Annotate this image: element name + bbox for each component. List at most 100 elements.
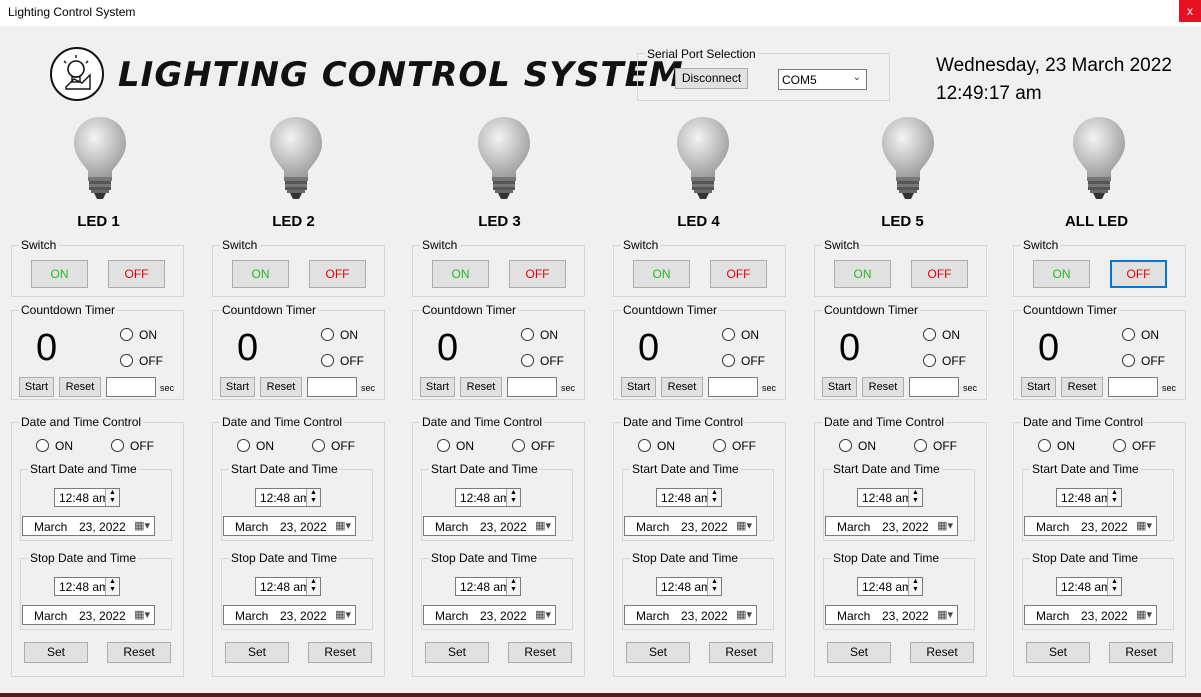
dt-reset-button[interactable]: Reset [107,642,171,663]
start-time-input[interactable]: 12:48 am ▲ ▼ [656,488,722,507]
start-time-input[interactable]: 12:48 am ▲ ▼ [1056,488,1122,507]
dt-on-radio[interactable]: ON [839,438,876,453]
calendar-icon[interactable]: ▦▾ [134,519,150,532]
switch-off-button[interactable]: OFF [1110,260,1167,288]
stop-date-picker[interactable]: March 23, 2022 ▦▾ [825,605,958,625]
timer-start-button[interactable]: Start [1021,377,1056,397]
dt-off-radio[interactable]: OFF [111,438,154,453]
timer-reset-button[interactable]: Reset [59,377,101,397]
switch-off-button[interactable]: OFF [509,260,566,288]
timer-reset-button[interactable]: Reset [862,377,904,397]
switch-on-button[interactable]: ON [31,260,88,288]
stop-time-input[interactable]: 12:48 am ▲ ▼ [656,577,722,596]
spinner-arrows-icon[interactable]: ▲ ▼ [707,578,721,595]
stop-time-input[interactable]: 12:48 am ▲ ▼ [255,577,321,596]
spinner-arrows-icon[interactable]: ▲ ▼ [707,489,721,506]
switch-off-button[interactable]: OFF [710,260,767,288]
switch-on-button[interactable]: ON [432,260,489,288]
timer-on-radio[interactable]: ON [321,327,358,342]
seconds-input[interactable] [106,377,156,397]
timer-off-radio[interactable]: OFF [120,353,163,368]
start-date-picker[interactable]: March 23, 2022 ▦▾ [624,516,757,536]
calendar-icon[interactable]: ▦▾ [937,519,953,532]
dt-on-radio[interactable]: ON [1038,438,1075,453]
timer-on-radio[interactable]: ON [1122,327,1159,342]
dt-off-radio[interactable]: OFF [1113,438,1156,453]
spinner-arrows-icon[interactable]: ▲ ▼ [1107,489,1121,506]
calendar-icon[interactable]: ▦▾ [134,608,150,621]
calendar-icon[interactable]: ▦▾ [535,608,551,621]
set-button[interactable]: Set [626,642,690,663]
stop-date-picker[interactable]: March 23, 2022 ▦▾ [223,605,356,625]
seconds-input[interactable] [1108,377,1158,397]
spinner-arrows-icon[interactable]: ▲ ▼ [506,489,520,506]
dt-off-radio[interactable]: OFF [312,438,355,453]
spinner-arrows-icon[interactable]: ▲ ▼ [105,489,119,506]
timer-off-radio[interactable]: OFF [722,353,765,368]
calendar-icon[interactable]: ▦▾ [937,608,953,621]
spinner-arrows-icon[interactable]: ▲ ▼ [306,489,320,506]
timer-on-radio[interactable]: ON [722,327,759,342]
set-button[interactable]: Set [24,642,88,663]
calendar-icon[interactable]: ▦▾ [535,519,551,532]
start-date-picker[interactable]: March 23, 2022 ▦▾ [22,516,155,536]
timer-start-button[interactable]: Start [19,377,54,397]
start-time-input[interactable]: 12:48 am ▲ ▼ [54,488,120,507]
switch-off-button[interactable]: OFF [108,260,165,288]
timer-reset-button[interactable]: Reset [260,377,302,397]
start-date-picker[interactable]: March 23, 2022 ▦▾ [825,516,958,536]
timer-off-radio[interactable]: OFF [1122,353,1165,368]
switch-on-button[interactable]: ON [232,260,289,288]
set-button[interactable]: Set [225,642,289,663]
start-date-picker[interactable]: March 23, 2022 ▦▾ [1024,516,1157,536]
timer-off-radio[interactable]: OFF [923,353,966,368]
stop-time-input[interactable]: 12:48 am ▲ ▼ [857,577,923,596]
dt-reset-button[interactable]: Reset [709,642,773,663]
calendar-icon[interactable]: ▦▾ [1136,608,1152,621]
calendar-icon[interactable]: ▦▾ [736,608,752,621]
start-time-input[interactable]: 12:48 am ▲ ▼ [255,488,321,507]
stop-date-picker[interactable]: March 23, 2022 ▦▾ [1024,605,1157,625]
stop-date-picker[interactable]: March 23, 2022 ▦▾ [423,605,556,625]
dt-off-radio[interactable]: OFF [512,438,555,453]
timer-reset-button[interactable]: Reset [460,377,502,397]
switch-on-button[interactable]: ON [633,260,690,288]
seconds-input[interactable] [909,377,959,397]
disconnect-button[interactable]: Disconnect [675,68,748,89]
dt-reset-button[interactable]: Reset [308,642,372,663]
spinner-arrows-icon[interactable]: ▲ ▼ [506,578,520,595]
dt-off-radio[interactable]: OFF [713,438,756,453]
switch-on-button[interactable]: ON [1033,260,1090,288]
switch-on-button[interactable]: ON [834,260,891,288]
calendar-icon[interactable]: ▦▾ [335,608,351,621]
stop-date-picker[interactable]: March 23, 2022 ▦▾ [22,605,155,625]
set-button[interactable]: Set [425,642,489,663]
timer-start-button[interactable]: Start [420,377,455,397]
spinner-arrows-icon[interactable]: ▲ ▼ [306,578,320,595]
switch-off-button[interactable]: OFF [309,260,366,288]
timer-start-button[interactable]: Start [822,377,857,397]
calendar-icon[interactable]: ▦▾ [736,519,752,532]
dt-on-radio[interactable]: ON [437,438,474,453]
spinner-arrows-icon[interactable]: ▲ ▼ [1107,578,1121,595]
timer-start-button[interactable]: Start [621,377,656,397]
seconds-input[interactable] [708,377,758,397]
spinner-arrows-icon[interactable]: ▲ ▼ [908,578,922,595]
dt-reset-button[interactable]: Reset [508,642,572,663]
timer-off-radio[interactable]: OFF [521,353,564,368]
set-button[interactable]: Set [827,642,891,663]
close-button[interactable]: x [1179,0,1201,22]
start-time-input[interactable]: 12:48 am ▲ ▼ [455,488,521,507]
dt-reset-button[interactable]: Reset [910,642,974,663]
stop-time-input[interactable]: 12:48 am ▲ ▼ [54,577,120,596]
timer-on-radio[interactable]: ON [923,327,960,342]
dt-reset-button[interactable]: Reset [1109,642,1173,663]
port-select[interactable]: COM5 ⌄ [778,69,867,90]
timer-reset-button[interactable]: Reset [661,377,703,397]
switch-off-button[interactable]: OFF [911,260,968,288]
set-button[interactable]: Set [1026,642,1090,663]
spinner-arrows-icon[interactable]: ▲ ▼ [908,489,922,506]
seconds-input[interactable] [307,377,357,397]
timer-reset-button[interactable]: Reset [1061,377,1103,397]
spinner-arrows-icon[interactable]: ▲ ▼ [105,578,119,595]
